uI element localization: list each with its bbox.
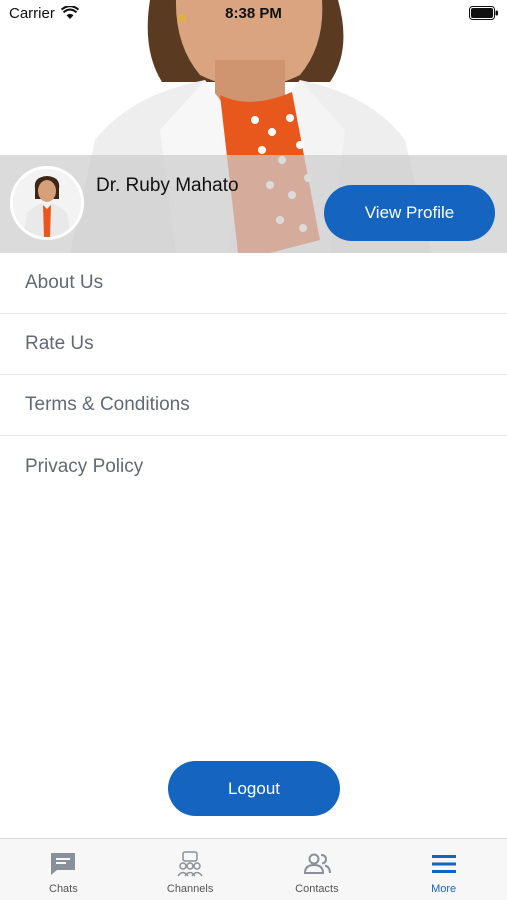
menu-item-about-us[interactable]: About Us — [0, 253, 507, 314]
menu-item-terms-conditions[interactable]: Terms & Conditions — [0, 375, 507, 436]
tab-bar: Chats Channels Contacts More — [0, 838, 507, 900]
logout-button[interactable]: Logout — [168, 761, 340, 816]
contacts-icon — [303, 853, 331, 874]
tab-chats-label: Chats — [49, 883, 78, 895]
avatar — [10, 166, 84, 240]
status-time: 8:38 PM — [225, 5, 282, 22]
tab-channels-label: Channels — [166, 883, 214, 895]
menu-item-privacy-policy[interactable]: Privacy Policy — [0, 436, 507, 497]
status-bar: Carrier 8:38 PM — [0, 0, 507, 28]
tab-more[interactable]: More — [380, 839, 507, 900]
battery-icon — [469, 6, 498, 20]
menu-icon — [431, 855, 456, 873]
tab-contacts-label: Contacts — [295, 883, 339, 895]
profile-band: Dr. Ruby Mahato View Profile — [0, 155, 507, 253]
tab-chats[interactable]: Chats — [0, 839, 127, 900]
doctor-name: Dr. Ruby Mahato — [96, 175, 239, 196]
chat-icon — [51, 853, 76, 875]
more-menu-list: About Us Rate Us Terms & Conditions Priv… — [0, 253, 507, 497]
profile-header: Carrier 8:38 PM Dr. Ruby Mahato View Pro… — [0, 0, 507, 253]
tab-contacts[interactable]: Contacts — [254, 839, 381, 900]
channels-icon — [177, 851, 203, 877]
tab-channels[interactable]: Channels — [127, 839, 254, 900]
view-profile-button[interactable]: View Profile — [324, 185, 495, 241]
avatar-photo — [13, 169, 81, 237]
menu-item-rate-us[interactable]: Rate Us — [0, 314, 507, 375]
tab-more-label: More — [431, 883, 457, 895]
